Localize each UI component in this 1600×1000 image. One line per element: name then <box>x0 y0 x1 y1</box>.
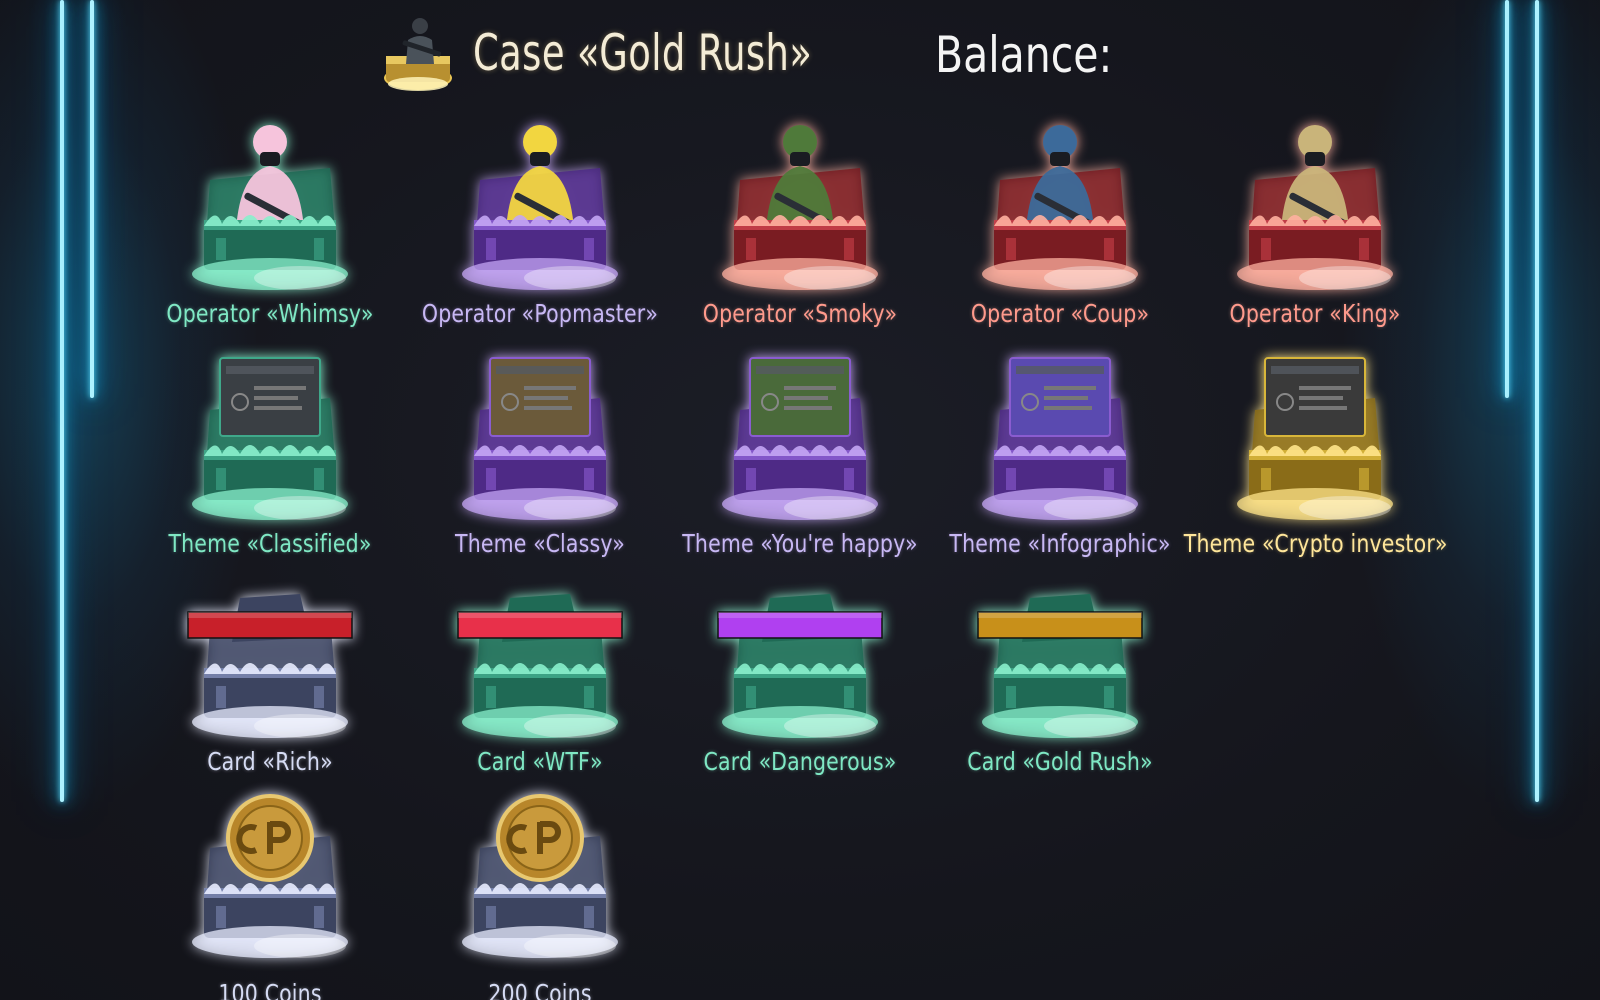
operator-king-icon <box>1237 125 1393 290</box>
card-wtf-icon <box>457 594 623 738</box>
case-item-label: Operator «Coup» <box>970 299 1150 328</box>
case-item-label: Card «Gold Rush» <box>967 747 1153 776</box>
case-item[interactable]: Card «Dangerous» <box>660 558 940 788</box>
card-gold-rush-icon <box>977 594 1143 738</box>
case-item-label: 100 Coins <box>218 979 322 1000</box>
operator-coup-icon <box>982 125 1138 290</box>
case-item[interactable]: 100 Coins <box>130 778 410 1000</box>
theme-classified-icon <box>192 357 348 520</box>
operator-on-gold-case-icon <box>384 18 452 91</box>
left-neon-tube-inner <box>90 0 94 398</box>
operator-whimsy-icon <box>192 125 348 290</box>
left-neon-tube-outer <box>60 0 64 802</box>
theme-youre-happy-icon <box>722 357 878 520</box>
case-item[interactable]: Theme «Classified» <box>130 340 410 570</box>
theme-classy-icon <box>462 357 618 520</box>
theme-crypto-investor-icon <box>1237 357 1393 520</box>
case-title: Case «Gold Rush» <box>473 24 813 82</box>
case-item[interactable]: Theme «You're happy» <box>660 340 940 570</box>
theme-infographic-icon <box>982 357 1138 520</box>
case-item[interactable]: 200 Coins <box>400 778 680 1000</box>
case-item[interactable]: Operator «Coup» <box>920 110 1200 340</box>
case-item-label: Theme «Classified» <box>168 529 372 558</box>
case-item[interactable]: Card «WTF» <box>400 558 680 788</box>
case-item[interactable]: Card «Gold Rush» <box>920 558 1200 788</box>
case-item-label: Operator «Popmaster» <box>421 299 659 328</box>
case-item-label: Card «Dangerous» <box>703 747 897 776</box>
case-item[interactable]: Theme «Crypto investor» <box>1175 340 1455 570</box>
case-item-label: Theme «Infographic» <box>949 529 1171 558</box>
case-item-label: Theme «Crypto investor» <box>1183 529 1448 558</box>
case-item[interactable]: Operator «Whimsy» <box>130 110 410 340</box>
case-item[interactable]: Operator «Popmaster» <box>400 110 680 340</box>
case-item-label: Theme «Classy» <box>455 529 625 558</box>
case-item-label: Card «Rich» <box>207 747 333 776</box>
case-item-label: Operator «Smoky» <box>702 299 898 328</box>
case-item-label: Card «WTF» <box>477 747 603 776</box>
card-rich-icon <box>187 594 353 738</box>
case-item[interactable]: Card «Rich» <box>130 558 410 788</box>
operator-popmaster-icon <box>462 125 618 290</box>
right-neon-tube-outer <box>1535 0 1539 802</box>
card-dangerous-icon <box>717 594 883 738</box>
case-screen: Case «Gold Rush» Balance: Operator «Whim… <box>0 0 1600 1000</box>
case-item[interactable]: Theme «Classy» <box>400 340 680 570</box>
balance-label: Balance: <box>935 26 1113 84</box>
right-neon-tube-inner <box>1505 0 1509 398</box>
case-item[interactable]: Theme «Infographic» <box>920 340 1200 570</box>
case-item-label: Theme «You're happy» <box>682 529 918 558</box>
cp-coin-icon <box>192 794 348 958</box>
cp-coin-icon <box>462 794 618 958</box>
case-item[interactable]: Operator «King» <box>1175 110 1455 340</box>
operator-smoky-icon <box>722 125 878 290</box>
case-item-label: Operator «King» <box>1229 299 1401 328</box>
case-item[interactable]: Operator «Smoky» <box>660 110 940 340</box>
case-item-label: 200 Coins <box>488 979 592 1000</box>
case-item-label: Operator «Whimsy» <box>166 299 374 328</box>
